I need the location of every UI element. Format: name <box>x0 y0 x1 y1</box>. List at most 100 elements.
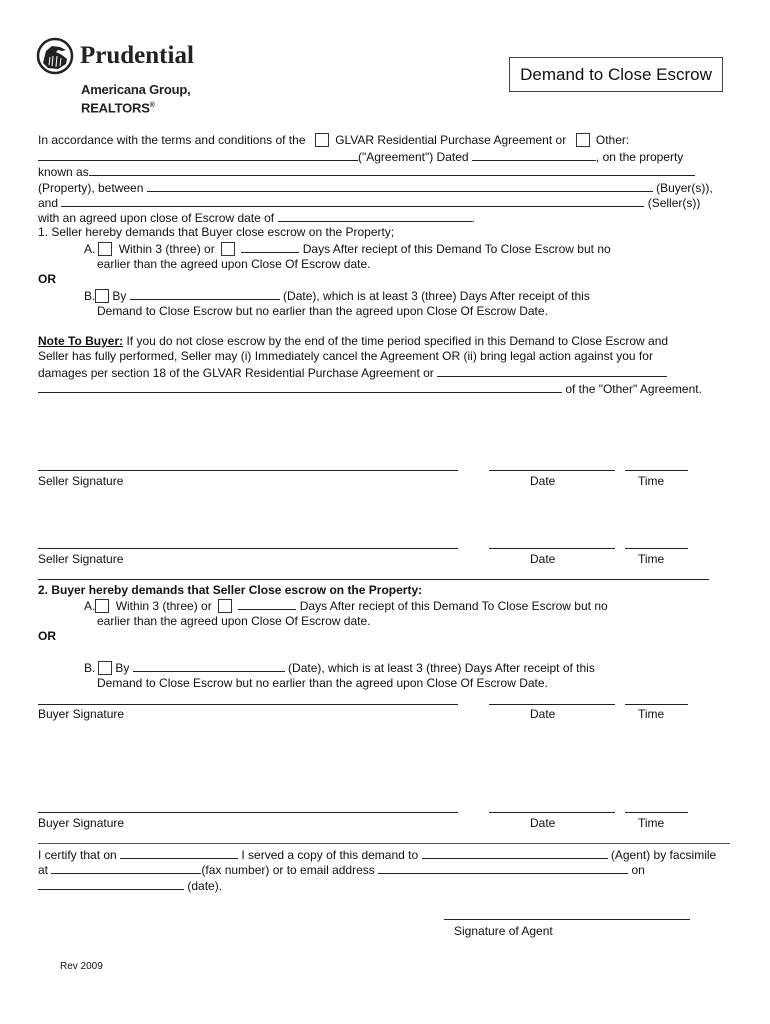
section2-by-date-field[interactable] <box>132 660 285 672</box>
seller-date-label: Date <box>530 552 556 566</box>
coe-date-field[interactable] <box>277 210 472 222</box>
other-agreement-checkbox[interactable] <box>575 133 590 147</box>
section1-or: OR <box>38 272 56 286</box>
seller-signature-line[interactable] <box>38 470 458 471</box>
section2-option-b: B. By (Date), which is at least 3 (three)… <box>84 660 595 675</box>
other-option-label: Other: <box>595 133 630 147</box>
agent-name-field[interactable] <box>421 847 608 859</box>
option-b-label: B. <box>84 661 96 675</box>
served-copy-label: I served a copy of this demand to <box>241 848 419 862</box>
certification-divider <box>38 843 730 844</box>
within-3-label: Within 3 (three) or <box>118 242 215 256</box>
company-name: Prudential <box>80 42 194 69</box>
section2-option-a-line2: earlier than the agreed upon Close Of Es… <box>97 614 371 628</box>
option-b-label: B. <box>84 289 96 303</box>
section2-heading: 2. Buyer hereby demands that Seller Clos… <box>38 583 423 597</box>
buyer-time-label: Time <box>638 816 665 830</box>
email-address-field[interactable] <box>378 862 629 874</box>
intro-line-6: with an agreed upon close of Escrow date… <box>38 210 475 225</box>
property-between-label: (Property), between <box>38 181 144 195</box>
option-a-label: A. <box>84 599 96 613</box>
glvar-option-label: GLVAR Residential Purchase Agreement or <box>335 133 567 147</box>
buyer-time-line[interactable] <box>625 812 688 813</box>
period: . <box>471 211 475 225</box>
service-date-field[interactable] <box>120 847 239 859</box>
intro-text: In accordance with the terms and conditi… <box>38 133 306 147</box>
note-to-buyer-label: Note To Buyer: <box>38 334 124 348</box>
seller-date-label: Date <box>530 474 556 488</box>
section1-days-field[interactable] <box>241 241 300 253</box>
intro-line-3: known as <box>38 164 695 179</box>
buyer-date-line[interactable] <box>489 812 615 813</box>
section2-days-field[interactable] <box>238 598 297 610</box>
section1-option-b-line2: Demand to Close Escrow but no earlier th… <box>97 304 548 318</box>
agreement-dated-label: ("Agreement") Dated <box>358 150 469 164</box>
days-after-label: Days After reciept of this Demand To Clo… <box>302 242 611 256</box>
office-realtors: REALTORS <box>81 100 150 116</box>
days-after-label: Days After reciept of this Demand To Clo… <box>299 599 608 613</box>
section2-by-date-checkbox[interactable] <box>98 661 113 675</box>
sellers-label: (Seller(s)) <box>647 196 701 210</box>
property-address-field[interactable] <box>88 164 695 176</box>
other-agreement-field[interactable] <box>38 149 358 161</box>
section2-within-3-checkbox[interactable] <box>95 599 110 613</box>
buyer-time-line[interactable] <box>625 704 688 705</box>
buyer-signature-line[interactable] <box>38 704 458 705</box>
buyer-date-label: Date <box>530 707 556 721</box>
section1-option-a: A. Within 3 (three) or Days After reciep… <box>84 241 611 256</box>
note-line-1: Note To Buyer: If you do not close escro… <box>38 334 668 348</box>
buyer-date-line[interactable] <box>489 704 615 705</box>
section1-heading: 1. Seller hereby demands that Buyer clos… <box>38 225 395 239</box>
buyer-time-label: Time <box>638 707 665 721</box>
certify-on-label: I certify that on <box>38 848 117 862</box>
buyer-signature-line[interactable] <box>38 812 458 813</box>
certification-date-field[interactable] <box>38 878 184 890</box>
agent-signature-line[interactable] <box>444 919 690 920</box>
note-line-4: of the "Other" Agreement. <box>38 381 702 396</box>
on-property-label: , on the property <box>595 150 684 164</box>
document-title: Demand to Close Escrow <box>509 57 723 92</box>
section1-option-a-line2: earlier than the agreed upon Close Of Es… <box>97 257 371 271</box>
sellers-field[interactable] <box>61 195 645 207</box>
section1-custom-days-checkbox[interactable] <box>221 242 236 256</box>
section2-or: OR <box>38 629 56 643</box>
intro-line-2: ("Agreement") Dated , on the property <box>38 149 683 164</box>
agreement-date-field[interactable] <box>471 149 596 161</box>
section1-within-3-checkbox[interactable] <box>98 242 113 256</box>
seller-date-line[interactable] <box>489 470 615 471</box>
intro-line-5: and (Seller(s)) <box>38 195 700 210</box>
section1-by-date-field[interactable] <box>129 288 280 300</box>
intro-line-4: (Property), between (Buyer(s)), <box>38 180 713 195</box>
other-agreement-section-field-2[interactable] <box>38 381 562 393</box>
registered-mark: ® <box>149 102 155 109</box>
seller-date-line[interactable] <box>489 548 615 549</box>
certification-line-1: I certify that on I served a copy of thi… <box>38 847 716 862</box>
section1-by-date-checkbox[interactable] <box>95 289 110 303</box>
seller-time-line[interactable] <box>625 548 688 549</box>
and-label: and <box>38 196 59 210</box>
section2-option-a: A. Within 3 (three) or Days After reciep… <box>84 598 608 613</box>
certification-line-2: at (fax number) or to email address on <box>38 862 645 877</box>
section2-custom-days-checkbox[interactable] <box>218 599 233 613</box>
certification-line-3: (date). <box>38 878 222 893</box>
rock-of-gibraltar-icon <box>36 37 74 75</box>
fax-number-field[interactable] <box>51 862 202 874</box>
known-as-label: known as <box>38 165 89 179</box>
intro-line-1: In accordance with the terms and conditi… <box>38 133 629 147</box>
fax-email-label: (fax number) or to email address <box>201 863 375 877</box>
coe-date-label: with an agreed upon close of Escrow date… <box>38 211 275 225</box>
on-label: on <box>631 863 645 877</box>
note-line-3: damages per section 18 of the GLVAR Resi… <box>38 365 668 380</box>
by-label: By <box>115 661 130 675</box>
date-at-least-label: (Date), which is at least 3 (three) Days… <box>288 661 595 675</box>
seller-signature-line[interactable] <box>38 548 458 549</box>
note-text-3: damages per section 18 of the GLVAR Resi… <box>38 366 434 380</box>
other-agreement-label: of the "Other" Agreement. <box>565 382 702 396</box>
seller-signature-label: Seller Signature <box>38 474 124 488</box>
other-agreement-section-field[interactable] <box>437 365 668 377</box>
glvar-agreement-checkbox[interactable] <box>314 133 329 147</box>
note-line-2: Seller has fully performed, Seller may (… <box>38 349 653 363</box>
buyers-field[interactable] <box>146 180 653 192</box>
section2-option-b-line2: Demand to Close Escrow but no earlier th… <box>97 676 548 690</box>
seller-time-line[interactable] <box>625 470 688 471</box>
